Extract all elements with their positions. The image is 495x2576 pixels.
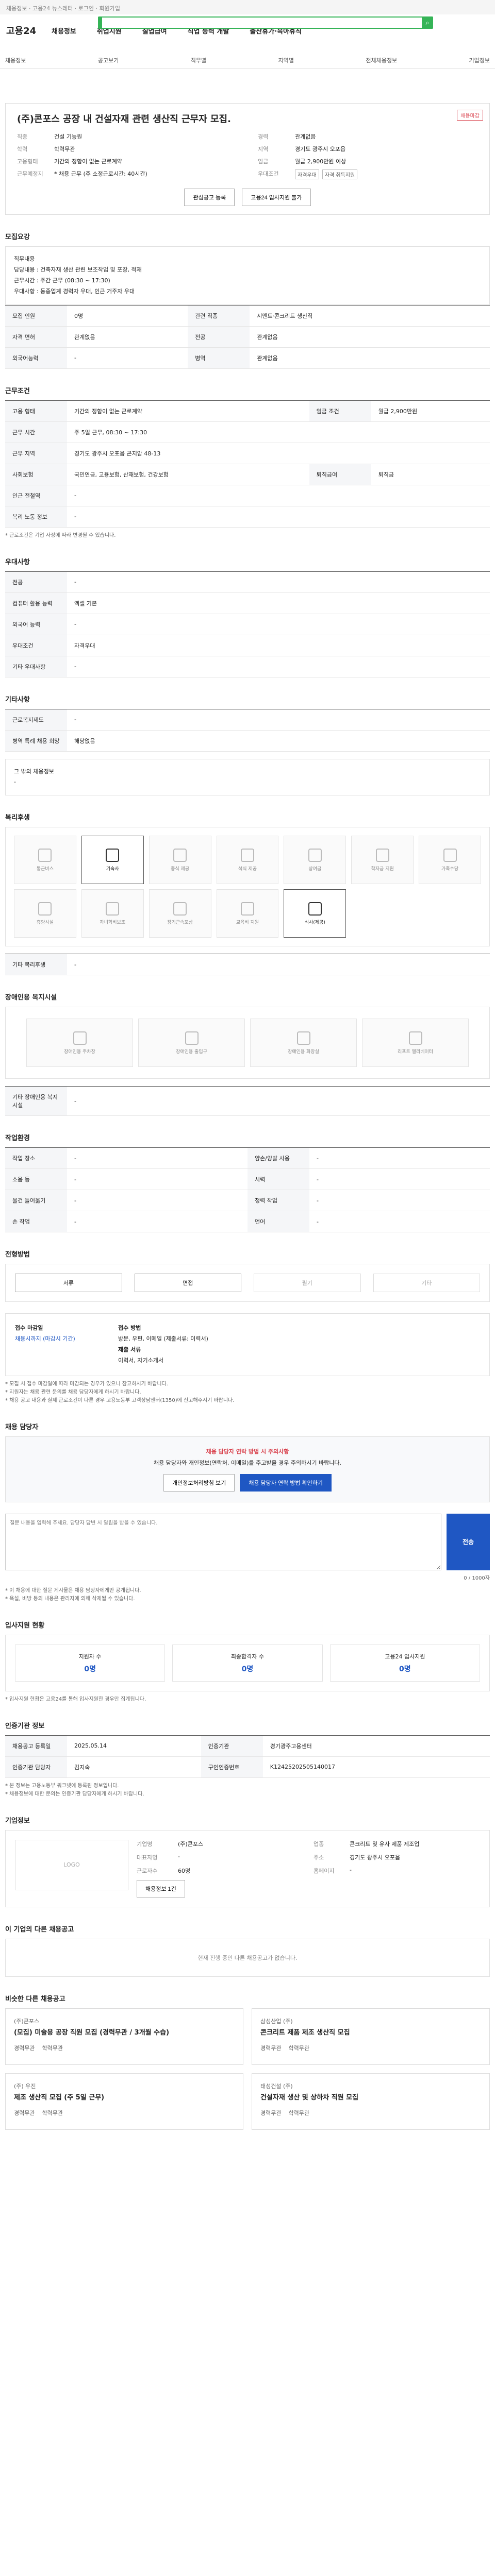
qna-box: 채용 담당자 연락 방법 시 주의사항 채용 담당자와 개인정보(연락처, 이메…: [5, 1436, 490, 1502]
job-desc-box: 직무내용 담당내용 : 건축자재 생산 관련 보조작업 및 포장, 적재 근무시…: [5, 246, 490, 305]
barrier-item: 리프트 엘리베이터: [362, 1019, 469, 1067]
preference-table: 전공 - 컴퓨터 활용 능력 엑셀 기본 외국어 능력 - 우대조건 자격우대 기타 우…: [5, 571, 490, 677]
subnav-item[interactable]: 기업정보: [469, 56, 489, 64]
recommend-grid: (주)콘포스 (모집) 미술용 공장 직원 모집 (경력무관 / 3개월 수습)…: [5, 2008, 490, 2130]
subnav-item[interactable]: 직무별: [191, 56, 206, 64]
section-title: 모집요강: [5, 233, 30, 241]
job-summary: 채용마감 (주)콘포스 공장 내 건설자재 관련 생산직 근무자 모집. 직종 건…: [5, 103, 490, 215]
stat-card: 최종합격자 수 0명: [172, 1644, 323, 1682]
subnav-item[interactable]: 전체채용정보: [366, 56, 397, 64]
welfare-item: 식사(제공): [284, 889, 346, 938]
section-title: 근무조건: [5, 387, 30, 395]
subnav-item[interactable]: 공고보기: [98, 56, 119, 64]
question-input[interactable]: [5, 1513, 441, 1570]
search-bar: ⌕: [98, 16, 433, 29]
welfare-item: 학자금 지원: [351, 836, 414, 885]
qna-counter: 0 / 1000자: [464, 1575, 490, 1581]
recommend-card[interactable]: 태성건설 (주) 건설자재 생산 및 상하차 직원 모집 경력무관 학력무관: [252, 2073, 490, 2130]
process-step: 면접: [134, 1274, 241, 1293]
sub-nav: 채용정보 공고보기 직무별 지역별 전체채용정보 기업정보: [0, 52, 495, 69]
search-icon[interactable]: ⌕: [422, 19, 433, 27]
stat-card: 고용24 입사지원 0명: [329, 1644, 480, 1682]
info-table: 채용공고 등록일 2025.05.14 인증기관 경기광주고용센터 인증기관 담당자 김…: [5, 1735, 490, 1778]
barrier-grid: 장애인용 주차장 장애인용 출입구 장애인용 화장실 리프트 엘리베이터: [5, 1007, 490, 1079]
welfare-item: 상여금: [284, 836, 346, 885]
welfare-item: 장기근속포상: [148, 889, 211, 938]
apply-notes: * 모집 시 접수 마감일에 따라 마감되는 경우가 있으니 참고하시기 바랍니…: [5, 1381, 235, 1403]
subnav-item[interactable]: 지역별: [278, 56, 294, 64]
corp-logo: LOGO: [15, 1839, 128, 1890]
section-title: 장애인용 복지시설: [5, 994, 57, 1002]
work-cond-note: * 근로조건은 기업 사정에 따라 변경될 수 있습니다.: [5, 532, 116, 538]
process-step: 기타: [373, 1274, 480, 1293]
search-input[interactable]: [102, 18, 422, 28]
stat-card: 지원자 수 0명: [15, 1644, 166, 1682]
job-title: (주)콘포스 공장 내 건설자재 관련 생산직 근무자 모집.: [17, 114, 231, 125]
section-title: 작업환경: [5, 1134, 30, 1143]
process-step: 서류: [15, 1274, 122, 1293]
qna-form: 전송: [5, 1513, 490, 1570]
interest-button[interactable]: 관심공고 등록: [184, 189, 235, 206]
welfare-item: 통근버스: [14, 836, 76, 885]
welfare-item: 자녀학비보조: [81, 889, 144, 938]
barrier-item: 장애인용 화장실: [250, 1019, 357, 1067]
etc-box: 그 밖의 채용정보 -: [5, 758, 490, 796]
environment-table: 작업 장소 - 양손/양발 사용 - 소음 등 - 시력 - 물건 들어옮기 - 청력 작업 - …: [5, 1147, 490, 1233]
section-title: 기업정보: [5, 1817, 30, 1825]
process-step: 필기: [254, 1274, 361, 1293]
barrier-item: 장애인용 출입구: [138, 1019, 245, 1067]
process-steps: 서류 면접 필기 기타: [5, 1264, 490, 1302]
job-summary-grid: 직종 건설 기능원 경력 관계없음 학력 학력무관 지역 경기도 광주시 오포읍 고용형…: [17, 132, 478, 179]
barrier-other: 기타 장애인용 복지시설 -: [5, 1086, 490, 1116]
gnb-item[interactable]: 채용정보: [52, 26, 76, 36]
welfare-item: 교육비 지원: [216, 889, 279, 938]
work-cond-table: 고용 형태 기간의 정함이 없는 근로계약 임금 조건 월급 2,900만원 근무 시…: [5, 400, 490, 528]
section-title: 인증기관 정보: [5, 1722, 45, 1730]
status-badge: 채용마감: [457, 110, 483, 121]
welfare-item: 중식 제공: [148, 836, 211, 885]
welfare-item: 기숙사: [81, 836, 144, 885]
apply-stats: 지원자 수 0명 최종합격자 수 0명 고용24 입사지원 0명: [5, 1634, 490, 1691]
welfare-item: 가족수당: [419, 836, 481, 885]
section-title: 복리후생: [5, 814, 30, 822]
apply-button[interactable]: 고용24 입사지원 불가: [242, 189, 311, 206]
privacy-button[interactable]: 개인정보처리방침 보기: [163, 1473, 235, 1492]
top-utility-text: 채용정보 · 고용24 뉴스레터 · 로그인 · 회원가입: [6, 5, 121, 12]
etc-table: 근로복지제도 - 병역 특례 채용 희망 해당없음: [5, 708, 490, 752]
welfare-item: 석식 제공: [216, 836, 279, 885]
section-title: 채용 담당자: [5, 1423, 39, 1431]
section-title: 이 기업의 다른 채용공고: [5, 1925, 74, 1934]
send-button[interactable]: 전송: [447, 1513, 490, 1570]
job-desc-table: 모집 인원 0명 관련 직종 시멘트·콘크리트 생산직 자격 면허 관계없음 전공 관계없음…: [5, 304, 490, 369]
section-title: 기타사항: [5, 696, 30, 704]
welfare-item: 휴양시설: [14, 889, 76, 938]
section-title: 전형방법: [5, 1251, 30, 1259]
contact-button[interactable]: 채용 담당자 연락 방법 확인하기: [240, 1473, 332, 1492]
barrier-item: 장애인용 주차장: [26, 1019, 133, 1067]
recommend-card[interactable]: (주) 우진 제조 생산직 모집 (주 5일 근무) 경력무관 학력무관: [5, 2073, 243, 2130]
welfare-grid: 통근버스 기숙사 중식 제공 석식 제공 상여금 학자금 지원 가족수당 휴양시…: [5, 827, 490, 947]
recommend-card[interactable]: (주)콘포스 (모집) 미술용 공장 직원 모집 (경력무관 / 3개월 수습)…: [5, 2008, 243, 2065]
info-notes: * 본 정보는 고용노동부 워크넷에 등록된 정보입니다. * 채용정보에 대한…: [5, 1783, 144, 1797]
logo[interactable]: 고용24: [6, 24, 42, 37]
top-utility-bar: 채용정보 · 고용24 뉴스레터 · 로그인 · 회원가입: [0, 0, 495, 14]
corp-jobs-button[interactable]: 채용정보 1건: [137, 1879, 185, 1897]
apply-info: 접수 마감일 채용시까지 (마감시 기간) 접수 방법 방문, 우편, 이메일 …: [5, 1313, 490, 1376]
section-title: 입사지원 현황: [5, 1621, 45, 1630]
recommend-card[interactable]: 삼성산업 (주) 콘크리트 제품 제조 생산직 모집 경력무관 학력무관: [252, 2008, 490, 2065]
stats-note: * 입사지원 현황은 고용24를 통해 입사지원한 경우만 집계됩니다.: [5, 1696, 146, 1702]
section-title: 우대사항: [5, 558, 30, 566]
welfare-other: 기타 복리후생 -: [5, 954, 490, 976]
qna-notes: * 이 채용에 대한 질문 게시물은 채용 담당자에게만 공개됩니다. * 욕설…: [5, 1587, 141, 1602]
subnav-item[interactable]: 채용정보: [5, 56, 26, 64]
empty-state: 현재 진행 중인 다른 채용공고가 없습니다.: [5, 1938, 490, 1977]
corp-info: LOGO 기업명 (주)콘포스 업종 콘크리트 및 유사 제품 제조업 대표자명 - …: [5, 1829, 490, 1907]
section-title: 비슷한 다른 채용공고: [5, 1995, 65, 2003]
